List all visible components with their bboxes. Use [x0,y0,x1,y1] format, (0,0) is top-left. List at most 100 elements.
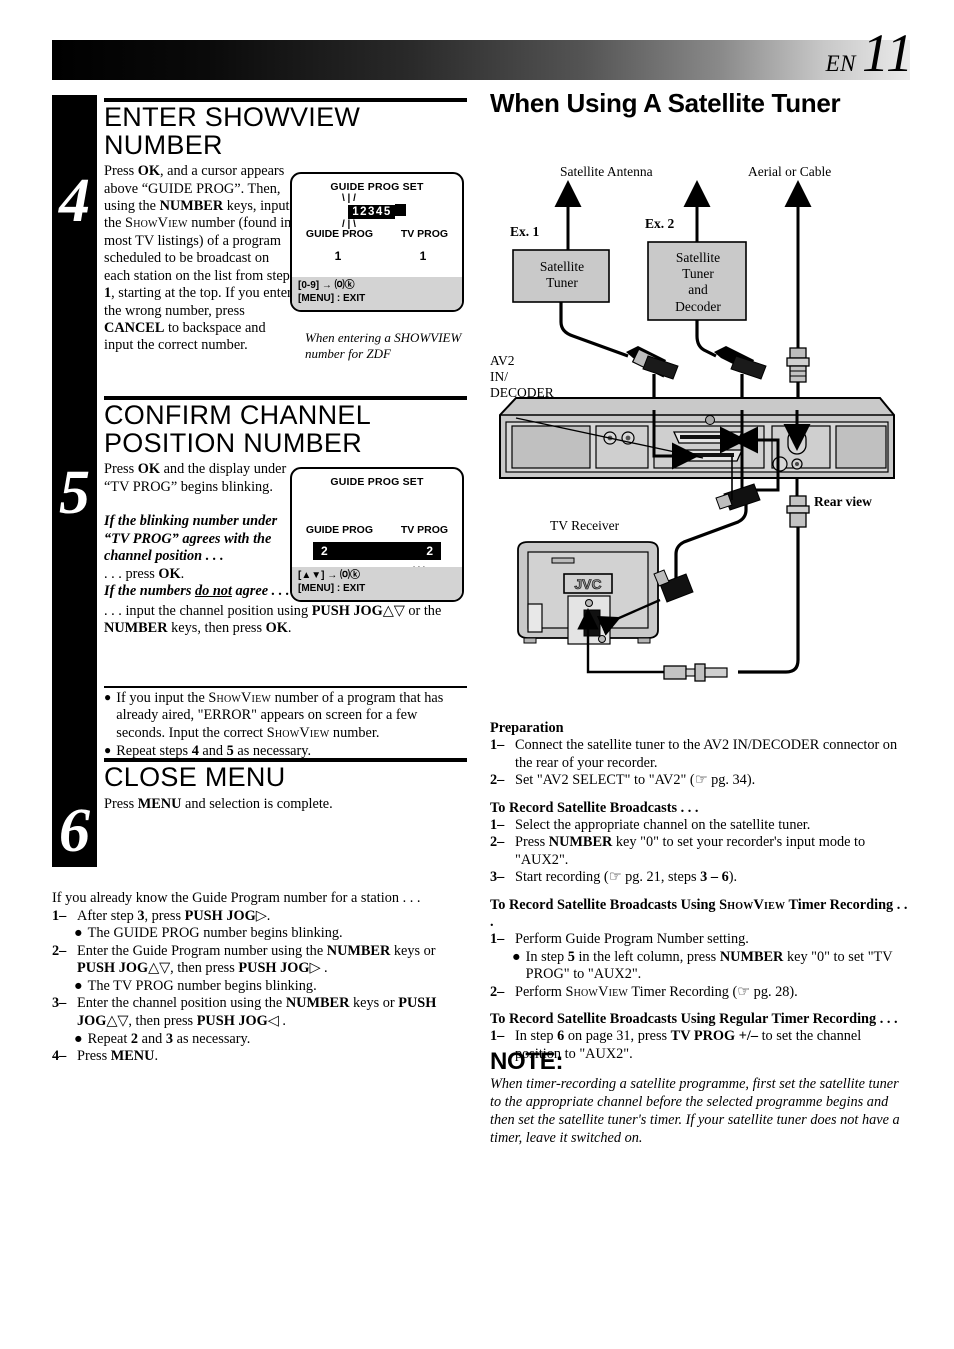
list-intro: If you already know the Guide Program nu… [52,890,421,906]
right-instructions: Preparation 1– Connect the satellite tuner… [490,710,910,1064]
osd-column-headers: GUIDE PROG TV PROG [292,228,462,240]
list-item: 1– After step 3, press PUSH JOG▷. [52,908,472,926]
step-number-5: 5 [59,459,90,527]
list-text: Set "AV2 SELECT" to "AV2" (☞ pg. 34). [515,772,756,789]
osd-title: GUIDE PROG SET [330,181,424,193]
list-item: 2– Set "AV2 SELECT" to "AV2" (☞ pg. 34). [490,772,910,790]
label-av2-in-decoder: AV2 IN/DECODER [490,353,554,401]
section-heading: To Record Satellite Broadcasts . . . [490,799,699,816]
bullet-dot-icon: ● [512,948,521,965]
step-6-body: Press MENU and selection is complete. [104,795,333,812]
page-number-block: EN 11 [826,22,914,84]
osd-col-guide-prog: GUIDE PROG [305,524,373,536]
list-marker: 3– [490,869,505,886]
list-text: Enter the Guide Program number using the… [77,942,436,977]
osd-screen-guide-prog-set-1: GUIDE PROG SET \ | / 12345 / | \ GUIDE P… [290,172,464,312]
list-item: ● If you input the ShowView number of a … [104,690,467,742]
right-column: When Using A Satellite Tuner [490,88,910,118]
sub-list-item: ● The TV PROG number begins blinking. [52,978,472,996]
list-text: Select the appropriate channel on the sa… [515,816,811,833]
step-4-title: ENTER SHOWVIEW NUMBER [104,102,361,160]
divider [104,686,467,688]
bullet-dot-icon: ● [74,1030,83,1047]
step-number-6: 6 [59,797,90,865]
satellite-connection-diagram: JVC Satellite Antenna Aerial or Cable Ex… [488,160,912,710]
label-rear-view: Rear view [814,494,872,509]
section-heading: Preparation [490,720,564,736]
list-marker: 1– [490,931,505,948]
list-marker: 1– [490,737,505,753]
list-item: 4– Press MENU. [52,1048,472,1066]
list-marker: 1– [490,816,505,833]
osd-col-tv-prog: TV PROG [400,228,449,240]
list-marker: 2– [490,834,505,851]
step-5-body: Press OK and the display under “TV PROG”… [104,461,290,600]
osd-col-guide-prog: GUIDE PROG [305,228,373,240]
list-text: Start recording (☞ pg. 21, steps 3 – 6). [515,869,738,886]
step-number-4: 4 [59,167,90,235]
sub-list-text: The GUIDE PROG number begins blinking. [87,925,343,942]
bullet-dot-icon: ● [74,925,83,942]
osd-highlight-bar: 2 2 [313,542,441,560]
list-item: 1– Connect the satellite tuner to the AV2… [490,737,910,772]
osd-value-guide-prog: 2 [321,544,328,558]
right-page-title: When Using A Satellite Tuner [490,88,841,118]
label-tv-receiver: TV Receiver [550,518,620,533]
list-item: 3– Enter the channel position using the N… [52,995,472,1030]
section-heading: To Record Satellite Broadcasts Using Sho… [490,897,908,931]
osd-title: GUIDE PROG SET [330,476,424,488]
sub-list-item: ● In step 5 in the left column, press NUM… [490,949,910,984]
sub-list-text: In step 5 in the left column, press NUMB… [525,948,893,983]
sub-list-item: ● Repeat 2 and 3 as necessary. [52,1031,472,1049]
language-code: EN [825,51,856,76]
bullet-dot-icon: ● [74,977,83,994]
osd-footer-line-2: [MENU] : EXIT [298,582,366,594]
osd-value-guide-prog: 1 [334,249,342,263]
sub-list-text: The TV PROG number begins blinking. [87,977,317,994]
step-5-title: CONFIRM CHANNEL POSITION NUMBER [104,400,371,458]
sub-list-text: Repeat 2 and 3 as necessary. [87,1030,251,1047]
list-text: Enter the channel position using the NUM… [77,995,437,1030]
label-ex-1: Ex. 1 [510,224,540,239]
section-heading: To Record Satellite Broadcasts Using Reg… [490,1011,898,1028]
list-text: Perform ShowView Timer Recording (☞ pg. … [515,983,798,1000]
osd-column-headers: GUIDE PROG TV PROG [292,524,462,536]
label-satellite-antenna: Satellite Antenna [560,164,653,179]
list-text: Press NUMBER key "0" to set your recorde… [515,834,866,868]
osd-footer-line-1: [0-9] → ⒪ⓚ [298,280,355,291]
osd-entered-digits: 12345 [348,205,395,219]
osd-values: 1 1 [292,249,462,263]
step-6-title: CLOSE MENU [104,762,286,792]
osd-1-caption: When entering a SHOWVIEW number for ZDF [305,330,462,362]
osd-cursor-block [394,204,406,216]
bullet-text: If you input the ShowView number of a pr… [116,690,444,741]
osd-footer: [▲▼] → ⒪ⓚ [MENU] : EXIT [292,567,462,600]
list-marker: 2– [52,942,67,959]
step-6-section: CLOSE MENU Press MENU and selection is c… [104,758,467,813]
list-text: Press MENU. [77,1048,159,1065]
step-5-bullets: ● If you input the ShowView number of a … [104,680,467,762]
box-label-satellite-tuner: Satellite Tuner [539,259,585,291]
osd-footer-line-2: [MENU] : EXIT [298,292,366,304]
list-marker: 2– [490,983,505,1000]
list-items: 1– After step 3, press PUSH JOG▷. ● The GUI… [52,908,472,1066]
note-title: NOTE: [490,1048,564,1075]
list-marker: 4– [52,1048,67,1065]
note-block: NOTE: When timer-recording a satellite p… [490,1048,910,1147]
manual-page: EN 11 4 5 6 ENTER SHOWVIEW NUMBER Press … [0,0,954,1349]
label-ex-2: Ex. 2 [645,216,675,231]
list-text: Connect the satellite tuner to the AV2 I… [515,737,898,771]
osd-value-tv-prog: 1 [419,249,427,263]
list-marker: 1– [52,907,67,924]
osd-col-tv-prog: TV PROG [400,524,449,536]
osd-screen-guide-prog-set-2: GUIDE PROG SET GUIDE PROG TV PROG \ | / … [290,467,464,602]
label-aerial-or-cable: Aerial or Cable [748,164,832,179]
list-marker: 3– [52,995,67,1012]
step-4-body: Press OK, and a cursor appears above “GU… [104,163,292,354]
list-item: 1– Perform Guide Program Number setting. [490,931,910,949]
svg-text:JVC: JVC [574,576,601,592]
sub-list-item: ● The GUIDE PROG number begins blinking. [52,925,472,943]
blink-sparkle-icon: \ | / [342,193,356,204]
bullet-dot-icon: ● [104,690,112,704]
osd-footer-line-1: [▲▼] → ⒪ⓚ [298,570,361,581]
